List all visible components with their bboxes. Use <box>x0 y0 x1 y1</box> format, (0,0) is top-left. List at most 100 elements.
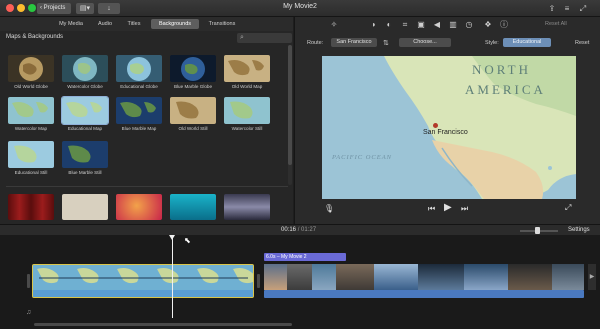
tab-my-media[interactable]: My Media <box>55 19 87 29</box>
color-balance-icon[interactable]: ◑ <box>368 20 378 30</box>
stabilization-icon[interactable]: ▣ <box>416 20 426 30</box>
clip-trim-handle[interactable] <box>257 274 260 288</box>
tile-watercolor-globe[interactable] <box>62 55 108 82</box>
search-icon: ⌕ <box>240 34 244 41</box>
tile-label: Blue Marble Still <box>68 170 102 175</box>
background-curtain[interactable] <box>8 194 54 220</box>
section-title: Maps & Backgrounds <box>6 34 64 40</box>
share-icon[interactable]: ⇪ <box>547 3 557 14</box>
settings-button[interactable]: Settings <box>568 227 590 233</box>
media-browser: Maps & Backgrounds ⌕ Old World Globe Wat… <box>0 31 293 224</box>
play-icon[interactable]: ▶ <box>444 203 452 213</box>
background-warm-blur[interactable] <box>116 194 162 220</box>
info-icon[interactable]: ⓘ <box>499 20 509 30</box>
background-slate[interactable] <box>224 194 270 220</box>
video-clip-thumb[interactable] <box>508 264 552 290</box>
speed-icon[interactable]: ◷ <box>464 20 474 30</box>
window-titlebar: ‹ Projects ▤▾ ↓ My Movie2 ⇪ ≡ ⤢ <box>0 0 600 17</box>
magic-wand-icon[interactable]: ✧ <box>329 20 339 30</box>
map-city-label: San Francisco <box>423 129 468 136</box>
browser-scrollbar[interactable] <box>288 45 292 185</box>
video-clip-thumb[interactable] <box>287 264 312 290</box>
timecode: 00:16 / 01:27 <box>281 227 316 233</box>
menu-icon[interactable]: ≡ <box>562 3 572 14</box>
skip-back-icon[interactable]: ⏮ <box>428 204 435 214</box>
timeline-end-arrow[interactable]: ▶ <box>588 264 596 290</box>
tile-label: Educational Globe <box>120 84 158 89</box>
timeline: 6.0s – My Movie 2 ▶ ⬉ ♫ <box>0 235 600 329</box>
tile-educational-map[interactable] <box>61 96 109 125</box>
noise-reduction-icon[interactable]: ▥ <box>448 20 458 30</box>
mouse-pointer-icon: ⬉ <box>184 236 191 245</box>
tile-blue-marble-globe[interactable] <box>170 55 216 82</box>
tab-transitions[interactable]: Transitions <box>203 19 241 29</box>
route-to-field[interactable]: Choose... <box>399 38 451 47</box>
tile-educational-globe[interactable] <box>116 55 162 82</box>
search-input[interactable]: ⌕ <box>237 33 292 43</box>
tile-old-world-map[interactable] <box>224 55 270 82</box>
timeline-scrollbar[interactable] <box>0 323 600 327</box>
skip-forward-icon[interactable]: ⏭ <box>461 204 468 214</box>
fullscreen-viewer-icon[interactable]: ⤢ <box>565 203 571 213</box>
audio-waveform[interactable] <box>264 290 584 298</box>
tile-label: Blue Marble Map <box>121 126 157 131</box>
map-preview: NORTH AMERICA PACIFIC OCEAN San Francisc… <box>322 56 576 199</box>
tile-label: Educational Still <box>14 170 48 175</box>
background-paper[interactable] <box>62 194 108 220</box>
window-title: My Movie2 <box>283 3 317 10</box>
title-clip[interactable]: 6.0s – My Movie 2 <box>264 253 346 261</box>
route-label: Route: <box>307 40 324 46</box>
video-clip-thumb[interactable] <box>552 264 584 290</box>
video-clip-thumb[interactable] <box>418 264 464 290</box>
viewer-pane: ✧ ◑ ◐ ⌗ ▣ ◀ ▥ ◷ ❖ ⓘ Reset All Route: San… <box>294 17 600 224</box>
route-from-field[interactable]: San Francisco <box>331 38 377 47</box>
tile-watercolor-still[interactable] <box>224 97 270 124</box>
tab-backgrounds[interactable]: Backgrounds <box>151 19 199 29</box>
color-correction-icon[interactable]: ◐ <box>384 20 394 30</box>
reset-button[interactable]: Reset <box>575 40 589 46</box>
timecode-current: 00:16 <box>281 227 297 233</box>
map-ocean-label: PACIFIC OCEAN <box>332 154 393 161</box>
tile-label: Old World Globe <box>14 84 48 89</box>
tile-watercolor-map[interactable] <box>8 97 54 124</box>
style-label: Style: <box>485 40 499 46</box>
browser-header: Maps & Backgrounds ⌕ <box>0 31 293 45</box>
tile-label: Old World Map <box>231 84 263 89</box>
tile-label: Old World Still <box>178 126 208 131</box>
tile-old-world-still[interactable] <box>170 97 216 124</box>
style-selector[interactable]: Educational <box>503 38 551 47</box>
video-clip-thumb[interactable] <box>264 264 287 290</box>
tile-label: Educational Map <box>67 126 103 131</box>
tab-audio[interactable]: Audio <box>93 19 117 29</box>
video-clip-thumb[interactable] <box>336 264 374 290</box>
map-clip-selected[interactable] <box>32 264 254 298</box>
zoom-slider-knob[interactable] <box>535 227 540 234</box>
tile-blue-marble-still[interactable] <box>62 141 108 168</box>
tile-label: Watercolor Map <box>14 126 48 131</box>
tile-label: Watercolor Still <box>231 126 263 131</box>
tile-label: Blue Marble Globe <box>173 84 213 89</box>
video-clip-thumb[interactable] <box>374 264 418 290</box>
video-clip-thumb[interactable] <box>464 264 508 290</box>
volume-icon[interactable]: ◀ <box>432 20 442 30</box>
clip-filter-icon[interactable]: ❖ <box>483 20 493 30</box>
timeline-ruler[interactable] <box>0 236 600 246</box>
browser-tabs: My Media Audio Titles Backgrounds Transi… <box>0 17 293 31</box>
video-clip-thumb[interactable] <box>312 264 336 290</box>
swap-route-icon[interactable]: ⇅ <box>383 39 389 47</box>
fullscreen-icon[interactable]: ⤢ <box>578 3 588 14</box>
playhead[interactable] <box>172 238 173 318</box>
music-note-icon: ♫ <box>26 309 32 316</box>
reset-all-button[interactable]: Reset All <box>545 21 567 27</box>
background-aqua[interactable] <box>170 194 216 220</box>
tile-educational-still[interactable] <box>8 141 54 168</box>
cropping-icon[interactable]: ⌗ <box>400 20 410 30</box>
tab-titles[interactable]: Titles <box>123 19 145 29</box>
map-region-label: NORTH <box>472 62 531 77</box>
microphone-icon[interactable]: 🎙 <box>324 204 334 214</box>
tile-blue-marble-map[interactable] <box>116 97 162 124</box>
tile-old-world-globe[interactable] <box>8 55 54 82</box>
tile-label: Watercolor Globe <box>67 84 103 89</box>
clip-trim-handle[interactable] <box>27 274 30 288</box>
timecode-total: 01:27 <box>301 227 317 233</box>
